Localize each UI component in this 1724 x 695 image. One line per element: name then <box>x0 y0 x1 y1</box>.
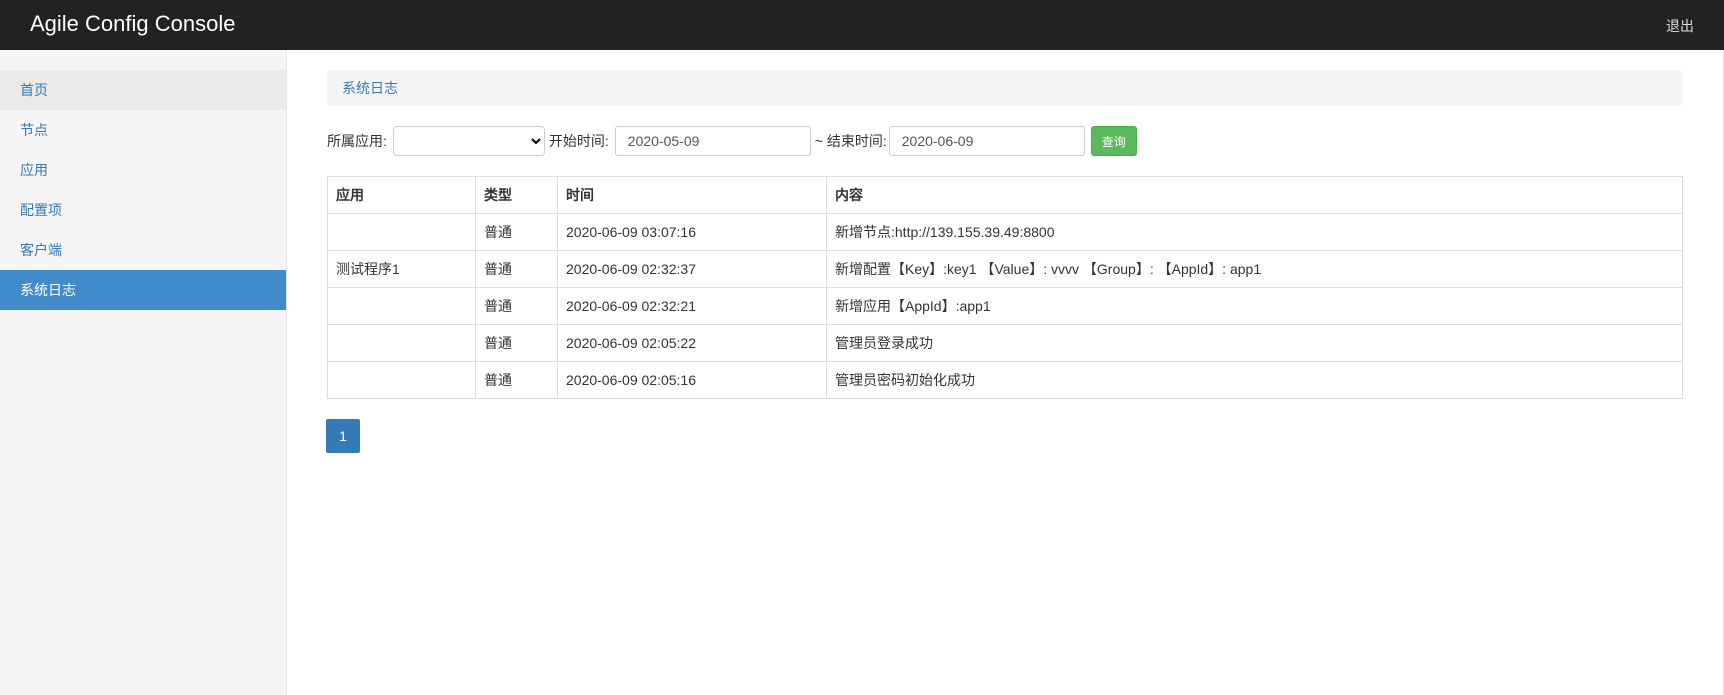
cell-time: 2020-06-09 03:07:16 <box>557 213 827 251</box>
cell-time: 2020-06-09 02:32:21 <box>557 287 827 325</box>
sidebar-item-apps[interactable]: 应用 <box>0 150 286 190</box>
table-row: 普通 2020-06-09 02:32:21 新增应用【AppId】:app1 <box>327 287 1683 325</box>
cell-type: 普通 <box>475 361 558 399</box>
search-button[interactable]: 查询 <box>1090 126 1137 156</box>
end-time-label: ~ 结束时间: <box>814 133 887 149</box>
cell-content: 新增节点:http://139.155.39.49:8800 <box>826 213 1683 251</box>
main-content: 系统日志 所属应用: 开始时间: ~ 结束时间: 查询 应用 类型 时间 内容 … <box>326 50 1683 453</box>
cell-type: 普通 <box>475 324 558 362</box>
cell-app <box>327 213 476 251</box>
table-row: 测试程序1 普通 2020-06-09 02:32:37 新增配置【Key】:k… <box>327 250 1683 288</box>
cell-app: 测试程序1 <box>327 250 476 288</box>
table-header-row: 应用 类型 时间 内容 <box>327 176 1683 214</box>
cell-content: 新增配置【Key】:key1 【Value】: vvvv 【Group】: 【A… <box>826 250 1683 288</box>
pagination: 1 <box>326 419 1683 453</box>
cell-type: 普通 <box>475 250 558 288</box>
cell-app <box>327 287 476 325</box>
app-filter-label: 所属应用: <box>327 133 387 149</box>
brand-title[interactable]: Agile Config Console <box>30 11 235 37</box>
filter-bar: 所属应用: 开始时间: ~ 结束时间: 查询 <box>327 126 1683 156</box>
sidebar-item-configs[interactable]: 配置项 <box>0 190 286 230</box>
app-select[interactable] <box>392 126 545 156</box>
breadcrumb: 系统日志 <box>327 70 1683 106</box>
table-row: 普通 2020-06-09 03:07:16 新增节点:http://139.1… <box>327 213 1683 251</box>
sidebar-item-clients[interactable]: 客户端 <box>0 230 286 270</box>
cell-app <box>327 361 476 399</box>
cell-content: 管理员密码初始化成功 <box>826 361 1683 399</box>
cell-time: 2020-06-09 02:05:22 <box>557 324 827 362</box>
cell-time: 2020-06-09 02:05:16 <box>557 361 827 399</box>
table-row: 普通 2020-06-09 02:05:16 管理员密码初始化成功 <box>327 361 1683 399</box>
page-1-button[interactable]: 1 <box>326 419 360 453</box>
sidebar-item-system-logs[interactable]: 系统日志 <box>0 270 286 310</box>
log-table: 应用 类型 时间 内容 普通 2020-06-09 03:07:16 新增节点:… <box>327 176 1683 399</box>
sidebar-item-home[interactable]: 首页 <box>0 70 286 110</box>
cell-content: 管理员登录成功 <box>826 324 1683 362</box>
cell-type: 普通 <box>475 213 558 251</box>
column-header-content: 内容 <box>826 176 1683 214</box>
column-header-app: 应用 <box>327 176 476 214</box>
cell-app <box>327 324 476 362</box>
logout-link[interactable]: 退出 <box>1666 16 1694 36</box>
end-time-input[interactable] <box>888 126 1085 156</box>
cell-type: 普通 <box>475 287 558 325</box>
start-time-label: 开始时间: <box>548 133 609 149</box>
sidebar: 首页 节点 应用 配置项 客户端 系统日志 <box>0 50 287 695</box>
table-row: 普通 2020-06-09 02:05:22 管理员登录成功 <box>327 324 1683 362</box>
top-navbar: Agile Config Console 退出 <box>0 0 1724 50</box>
cell-time: 2020-06-09 02:32:37 <box>557 250 827 288</box>
sidebar-item-nodes[interactable]: 节点 <box>0 110 286 150</box>
start-time-input[interactable] <box>614 126 811 156</box>
cell-content: 新增应用【AppId】:app1 <box>826 287 1683 325</box>
column-header-time: 时间 <box>557 176 827 214</box>
column-header-type: 类型 <box>475 176 558 214</box>
